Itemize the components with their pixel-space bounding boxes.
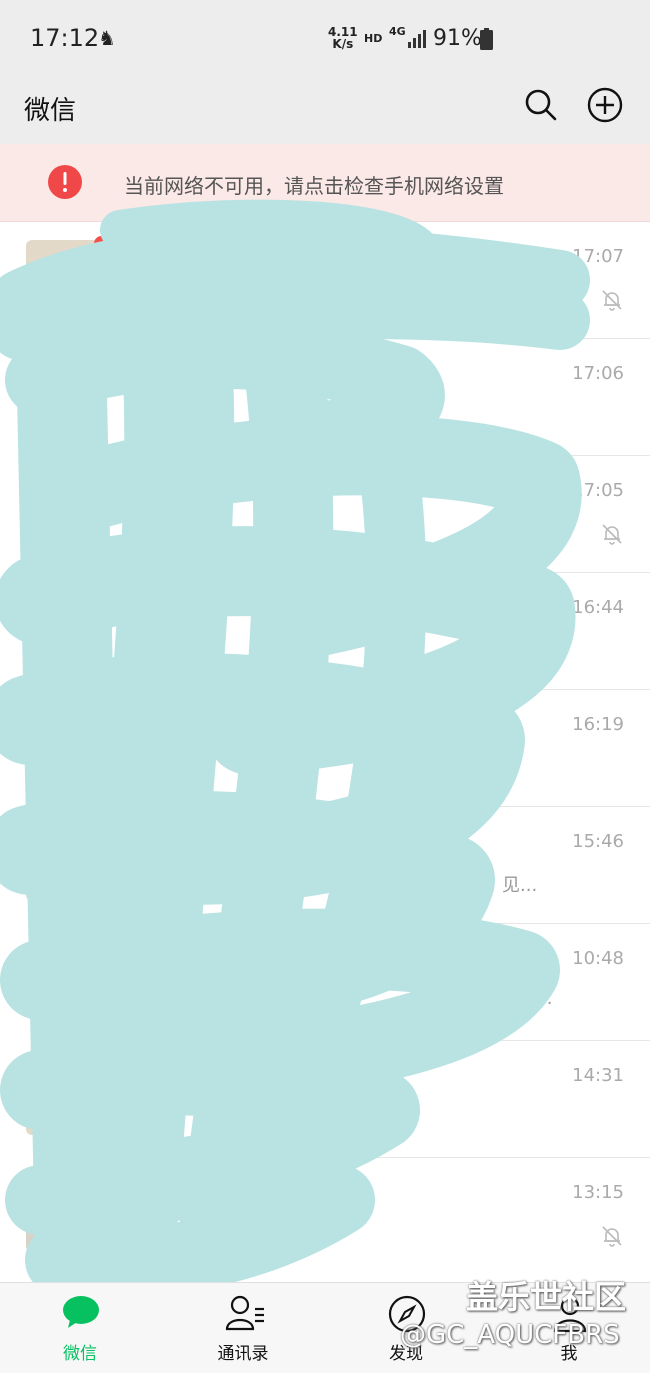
network-alert-banner[interactable]: 当前网络不可用，请点击检查手机网络设置 [0, 144, 650, 222]
chat-time: 10:48 [572, 948, 624, 969]
mute-bell-icon [602, 1226, 622, 1247]
chat-bubble-icon [63, 1296, 99, 1328]
chat-item[interactable]: 13:15 [0, 1158, 650, 1275]
signal-icon [408, 30, 426, 48]
status-time: 17:12 [30, 24, 100, 52]
chat-preview: uth2... [494, 988, 553, 1009]
mute-bell-icon [602, 524, 622, 545]
app-header: 微信 [0, 78, 650, 144]
chat-item[interactable]: 14:31 [0, 1041, 650, 1158]
battery-percent: 91% [433, 26, 482, 51]
chat-item[interactable]: 用全免！见... 15:46 [0, 807, 650, 924]
tab-contacts[interactable]: 通讯录 [183, 1283, 303, 1373]
avatar [26, 708, 102, 784]
chat-time: 13:15 [572, 1182, 624, 1203]
warning-icon [48, 165, 82, 199]
battery-icon [480, 28, 493, 50]
hd-indicator: HD [364, 32, 383, 45]
chat-item[interactable]: 17:06 [0, 339, 650, 456]
chat-preview: …看手未参 [420, 290, 510, 311]
add-circle-icon[interactable] [586, 86, 624, 124]
chat-time: 14:31 [572, 1065, 624, 1086]
network-speed: 4.11 K/s [328, 26, 358, 50]
network-type: 4G [389, 25, 406, 38]
search-icon[interactable] [524, 88, 558, 122]
chat-time: 16:44 [572, 597, 624, 618]
contacts-icon [225, 1295, 264, 1331]
chat-item[interactable]: uth2... 10:48 [0, 924, 650, 1041]
avatar [26, 357, 102, 433]
avatar [26, 942, 102, 1018]
chat-time: 17:06 [572, 363, 624, 384]
person-notification-icon: ♞ [98, 26, 116, 50]
page-title: 微信 [24, 96, 77, 126]
chat-item[interactable]: 绩、排名... 16:19 [0, 690, 650, 807]
avatar [26, 240, 102, 316]
avatar [26, 1176, 102, 1252]
mute-bell-icon [602, 290, 622, 311]
tab-chats-label: 微信 [63, 1344, 97, 1364]
chat-item[interactable]: …看手未参 17:07 [0, 222, 650, 339]
chat-time: 15:46 [572, 831, 624, 852]
avatar [26, 1059, 102, 1135]
chat-item[interactable]: 17:05 [0, 456, 650, 573]
chat-list: …看手未参 17:07 17:06 17:05 16:44 绩、排名... 16… [0, 222, 650, 1275]
chat-time: 16:19 [572, 714, 624, 735]
watermark-user: @GC_AQUCFBRS [400, 1320, 620, 1350]
unread-badge [94, 236, 109, 251]
avatar [26, 825, 102, 901]
chat-time: 17:05 [572, 480, 624, 501]
avatar [26, 474, 102, 550]
avatar [26, 591, 102, 667]
watermark-community: 盖乐世社区 [466, 1278, 627, 1316]
tab-contacts-label: 通讯录 [217, 1344, 269, 1364]
chat-preview: 绩、排名... [430, 758, 520, 779]
status-bar: 17:12 ♞ 4.11 K/s HD 4G 91% [0, 0, 650, 78]
chat-item[interactable]: 16:44 [0, 573, 650, 690]
network-alert-text: 当前网络不可用，请点击检查手机网络设置 [124, 174, 504, 198]
chat-time: 17:07 [572, 246, 624, 267]
chat-preview: 用全免！见... [430, 875, 538, 896]
network-speed-unit: K/s [332, 37, 354, 51]
tab-chats[interactable]: 微信 [20, 1283, 140, 1373]
